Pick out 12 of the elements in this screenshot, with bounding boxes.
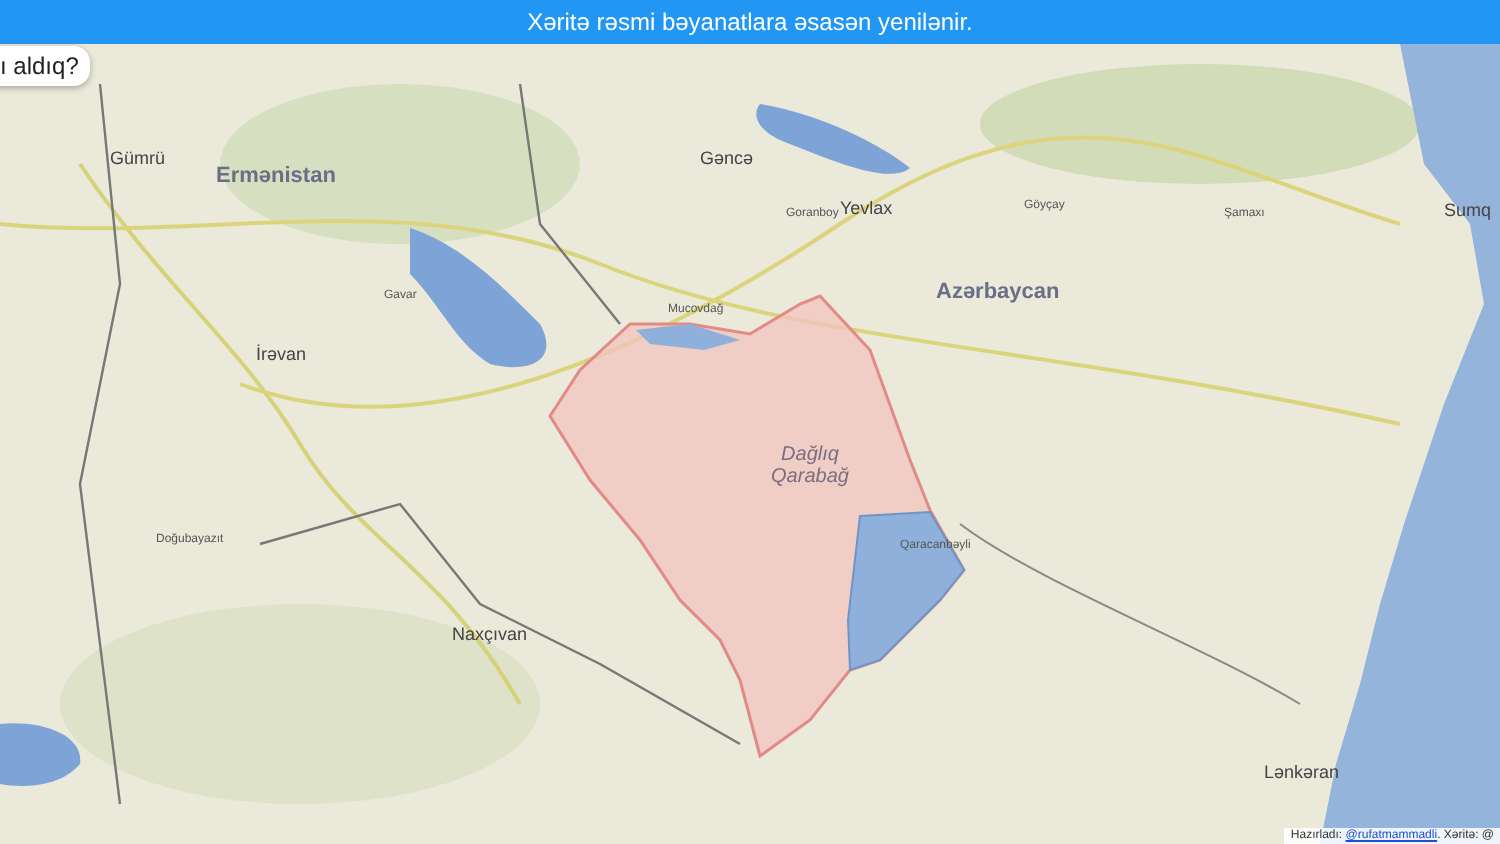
- highlighted-area: [636, 324, 740, 350]
- notice-banner: Xəritə rəsmi bəyanatlara əsasən yenilənir.: [0, 0, 1500, 44]
- place-label: Yevlax: [840, 200, 893, 220]
- lake: [0, 723, 81, 786]
- place-label: Ermənistan: [216, 164, 336, 189]
- chat-bubble[interactable]: ı aldıq?: [0, 46, 91, 86]
- place-label: Lənkəran: [1264, 764, 1340, 784]
- place-label: Azərbaycan: [936, 280, 1060, 305]
- place-label: İrəvan: [256, 346, 307, 366]
- place-label: Gümrü: [110, 150, 166, 170]
- place-label: Gəncə: [700, 150, 754, 170]
- place-label: Dağlıq Qarabağ: [769, 444, 851, 488]
